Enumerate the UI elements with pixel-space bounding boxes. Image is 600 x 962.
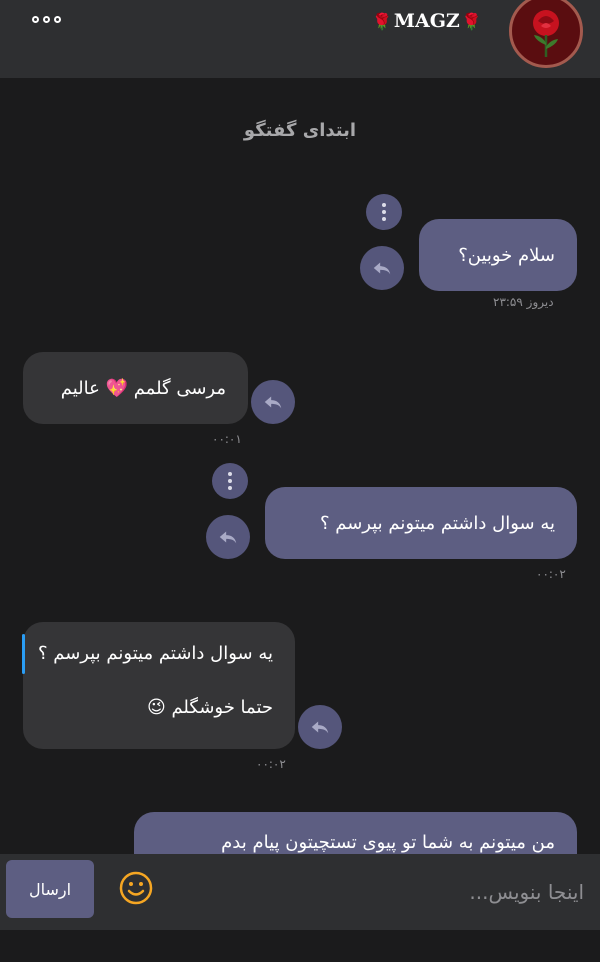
message-bubble-outgoing[interactable]: یه سوال داشتم میتونم بپرسم ؟: [265, 487, 577, 559]
message-bubble-outgoing[interactable]: من میتونم به شما تو پیوی تستچیتون پیام ب…: [134, 812, 577, 854]
reply-icon: [373, 262, 391, 275]
message-list[interactable]: ابتدای گفتگو سلام خوبین؟ دیروز ۲۳:۵۹ مرس…: [0, 78, 600, 854]
reply-button[interactable]: [206, 515, 250, 559]
message-text: یه سوال داشتم میتونم بپرسم ؟: [319, 512, 555, 534]
rose-emoji-left: 🌹: [372, 11, 392, 31]
reply-icon: [264, 396, 282, 409]
reply-button[interactable]: [298, 705, 342, 749]
quote-indicator: [22, 634, 25, 674]
message-options-button[interactable]: [212, 463, 248, 499]
message-timestamp: دیروز ۲۳:۵۹: [493, 295, 554, 309]
conversation-start-label: ابتدای گفتگو: [243, 120, 357, 141]
reply-button[interactable]: [251, 380, 295, 424]
message-text: مرسی گلمم 💖 عالیم: [60, 377, 226, 399]
message-timestamp: ۰۰:۰۲: [256, 757, 286, 771]
message-text: حتما خوشگلم 😉: [146, 697, 273, 718]
reply-icon: [219, 531, 237, 544]
smiley-icon: [119, 871, 153, 905]
message-timestamp: ۰۰:۰۱: [212, 432, 242, 446]
send-button[interactable]: ارسال: [6, 860, 94, 918]
more-menu-icon[interactable]: [32, 16, 61, 23]
quoted-message-text: یه سوال داشتم میتونم بپرسم ؟: [37, 643, 273, 664]
bottom-spacer: [0, 930, 600, 962]
chat-title: 🌹 MAGZ 🌹: [372, 10, 482, 32]
vertical-dots-icon: [228, 471, 232, 492]
reply-icon: [311, 721, 329, 734]
message-bubble-incoming[interactable]: یه سوال داشتم میتونم بپرسم ؟ حتما خوشگلم…: [22, 622, 295, 749]
rose-icon: [533, 10, 559, 57]
emoji-button[interactable]: [118, 870, 154, 906]
message-text: من میتونم به شما تو پیوی تستچیتون پیام ب…: [221, 832, 555, 853]
message-text: سلام خوبین؟: [458, 244, 555, 266]
chat-header: 🌹 MAGZ 🌹: [0, 0, 600, 78]
message-input[interactable]: [170, 866, 586, 918]
vertical-dots-icon: [382, 202, 386, 223]
message-composer: ارسال: [0, 854, 600, 930]
contact-name: MAGZ: [393, 10, 460, 32]
avatar[interactable]: [509, 0, 583, 68]
message-options-button[interactable]: [366, 194, 402, 230]
message-bubble-incoming[interactable]: مرسی گلمم 💖 عالیم: [23, 352, 248, 424]
rose-emoji-right: 🌹: [461, 11, 482, 31]
reply-button[interactable]: [360, 246, 404, 290]
message-timestamp: ۰۰:۰۲: [536, 567, 566, 581]
message-bubble-outgoing[interactable]: سلام خوبین؟: [419, 219, 577, 291]
